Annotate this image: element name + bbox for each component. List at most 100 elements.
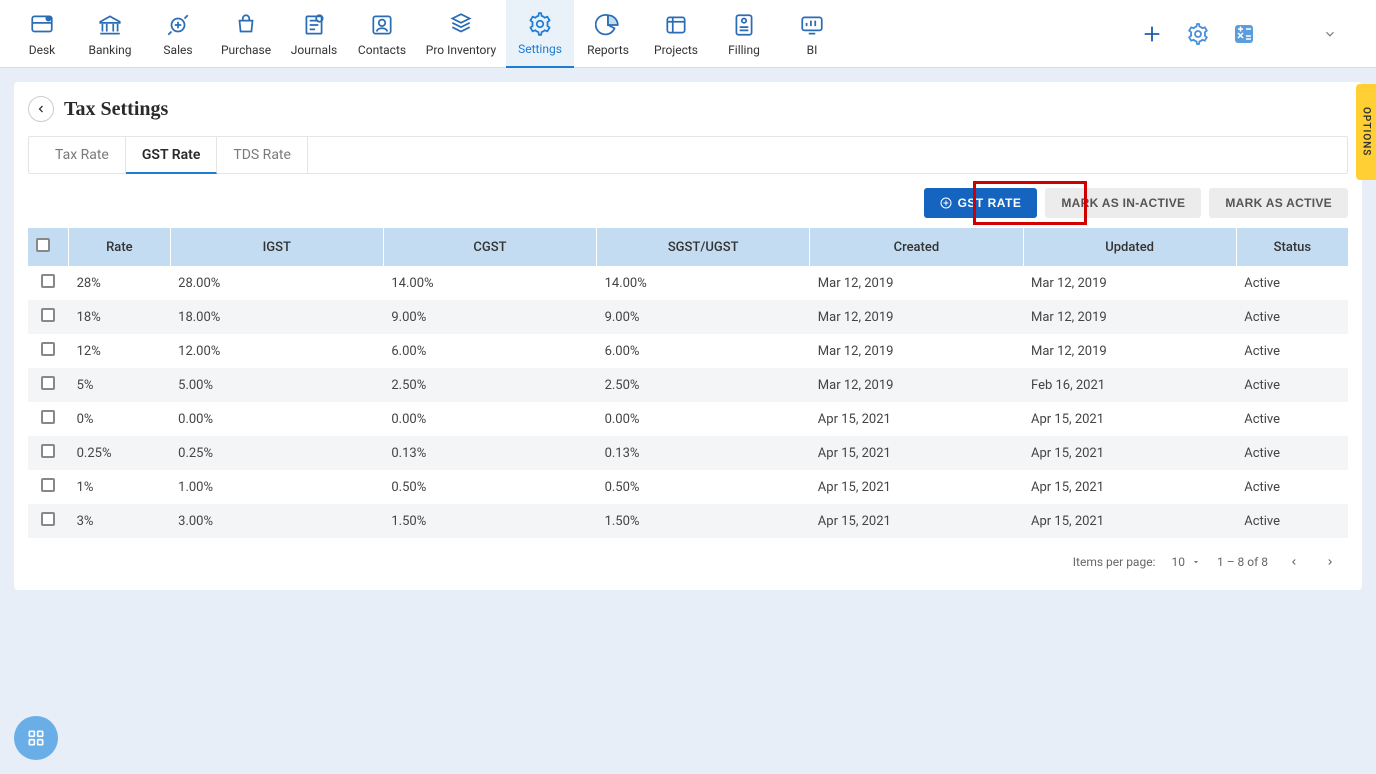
row-checkbox-cell <box>28 368 69 402</box>
rate-link[interactable]: 18% <box>69 300 171 334</box>
nav-banking[interactable]: Banking <box>76 0 144 68</box>
row-checkbox-cell <box>28 266 69 300</box>
rate-link[interactable]: 3% <box>69 504 171 538</box>
cell-sgst: 0.50% <box>597 470 810 504</box>
status-link[interactable]: Active <box>1236 300 1348 334</box>
nav-filling[interactable]: Filling <box>710 0 778 68</box>
row-checkbox[interactable] <box>41 274 55 288</box>
cell-igst: 3.00% <box>170 504 383 538</box>
rate-link[interactable]: 5% <box>69 368 171 402</box>
col-rate[interactable]: Rate <box>69 228 171 266</box>
main-content: Tax Settings Tax Rate GST Rate TDS Rate … <box>14 82 1362 590</box>
row-checkbox-cell <box>28 300 69 334</box>
cell-updated: Apr 15, 2021 <box>1023 504 1236 538</box>
cell-updated: Apr 15, 2021 <box>1023 402 1236 436</box>
row-checkbox[interactable] <box>41 342 55 356</box>
status-link[interactable]: Active <box>1236 504 1348 538</box>
col-updated[interactable]: Updated <box>1023 228 1236 266</box>
page-header: Tax Settings <box>28 96 1348 136</box>
cell-updated: Feb 16, 2021 <box>1023 368 1236 402</box>
select-all-checkbox[interactable] <box>36 238 50 252</box>
prev-page-button[interactable] <box>1284 552 1304 572</box>
table-row: 18% 18.00% 9.00% 9.00% Mar 12, 2019 Mar … <box>28 300 1348 334</box>
nav-purchase[interactable]: Purchase <box>212 0 280 68</box>
cell-sgst: 1.50% <box>597 504 810 538</box>
rate-link[interactable]: 28% <box>69 266 171 300</box>
row-checkbox[interactable] <box>41 444 55 458</box>
nav-journals[interactable]: Journals <box>280 0 348 68</box>
nav-label: Sales <box>163 43 192 57</box>
add-gst-rate-button[interactable]: GST RATE <box>924 188 1038 218</box>
col-status[interactable]: Status <box>1236 228 1348 266</box>
cell-created: Apr 15, 2021 <box>810 436 1023 470</box>
per-page-label: Items per page: <box>1073 555 1156 569</box>
topnav-right-group <box>1138 20 1368 48</box>
row-checkbox[interactable] <box>41 376 55 390</box>
nav-label: Journals <box>291 43 337 57</box>
filling-icon <box>730 11 758 39</box>
cell-sgst: 14.00% <box>597 266 810 300</box>
gear-icon[interactable] <box>1184 20 1212 48</box>
nav-contacts[interactable]: Contacts <box>348 0 416 68</box>
row-checkbox-cell <box>28 436 69 470</box>
cell-igst: 18.00% <box>170 300 383 334</box>
nav-desk[interactable]: Desk <box>8 0 76 68</box>
cell-cgst: 2.50% <box>383 368 596 402</box>
chevron-down-icon[interactable] <box>1316 20 1344 48</box>
back-button[interactable] <box>28 96 54 122</box>
cell-igst: 0.25% <box>170 436 383 470</box>
table-row: 1% 1.00% 0.50% 0.50% Apr 15, 2021 Apr 15… <box>28 470 1348 504</box>
status-link[interactable]: Active <box>1236 368 1348 402</box>
cell-cgst: 0.50% <box>383 470 596 504</box>
nav-bi[interactable]: BI <box>778 0 846 68</box>
rate-link[interactable]: 0% <box>69 402 171 436</box>
nav-settings[interactable]: Settings <box>506 0 574 68</box>
table-row: 28% 28.00% 14.00% 14.00% Mar 12, 2019 Ma… <box>28 266 1348 300</box>
nav-sales[interactable]: Sales <box>144 0 212 68</box>
row-checkbox[interactable] <box>41 308 55 322</box>
header-checkbox-cell <box>28 228 69 266</box>
status-link[interactable]: Active <box>1236 334 1348 368</box>
tab-tds-rate[interactable]: TDS Rate <box>217 136 308 174</box>
top-navigation: Desk Banking Sales Purchase Journals Con… <box>0 0 1376 68</box>
cell-cgst: 1.50% <box>383 504 596 538</box>
nav-pro-inventory[interactable]: Pro Inventory <box>416 0 506 68</box>
col-sgst[interactable]: SGST/UGST <box>597 228 810 266</box>
rate-link[interactable]: 0.25% <box>69 436 171 470</box>
table-row: 12% 12.00% 6.00% 6.00% Mar 12, 2019 Mar … <box>28 334 1348 368</box>
nav-reports[interactable]: Reports <box>574 0 642 68</box>
contacts-icon <box>368 11 396 39</box>
status-link[interactable]: Active <box>1236 470 1348 504</box>
purchase-icon <box>232 11 260 39</box>
tab-gst-rate[interactable]: GST Rate <box>126 136 217 174</box>
status-link[interactable]: Active <box>1236 402 1348 436</box>
cell-created: Apr 15, 2021 <box>810 470 1023 504</box>
floating-apps-button[interactable] <box>14 716 58 760</box>
col-cgst[interactable]: CGST <box>383 228 596 266</box>
cell-igst: 28.00% <box>170 266 383 300</box>
row-checkbox[interactable] <box>41 410 55 424</box>
status-link[interactable]: Active <box>1236 436 1348 470</box>
mark-inactive-button[interactable]: MARK AS IN-ACTIVE <box>1045 188 1201 218</box>
row-checkbox[interactable] <box>41 478 55 492</box>
nav-label: Pro Inventory <box>426 43 496 57</box>
next-page-button[interactable] <box>1320 552 1340 572</box>
cell-cgst: 0.13% <box>383 436 596 470</box>
grid-icon <box>26 728 46 748</box>
calculator-icon[interactable] <box>1230 20 1258 48</box>
pagination: Items per page: 10 1 – 8 of 8 <box>28 538 1348 576</box>
row-checkbox[interactable] <box>41 512 55 526</box>
status-link[interactable]: Active <box>1236 266 1348 300</box>
cell-sgst: 6.00% <box>597 334 810 368</box>
rate-link[interactable]: 12% <box>69 334 171 368</box>
tab-tax-rate[interactable]: Tax Rate <box>39 136 126 174</box>
options-side-tab[interactable]: OPTIONS <box>1356 84 1376 180</box>
col-igst[interactable]: IGST <box>170 228 383 266</box>
add-icon[interactable] <box>1138 20 1166 48</box>
col-created[interactable]: Created <box>810 228 1023 266</box>
nav-projects[interactable]: Projects <box>642 0 710 68</box>
per-page-select[interactable]: 10 <box>1171 555 1201 569</box>
row-checkbox-cell <box>28 402 69 436</box>
rate-link[interactable]: 1% <box>69 470 171 504</box>
mark-active-button[interactable]: MARK AS ACTIVE <box>1209 188 1348 218</box>
